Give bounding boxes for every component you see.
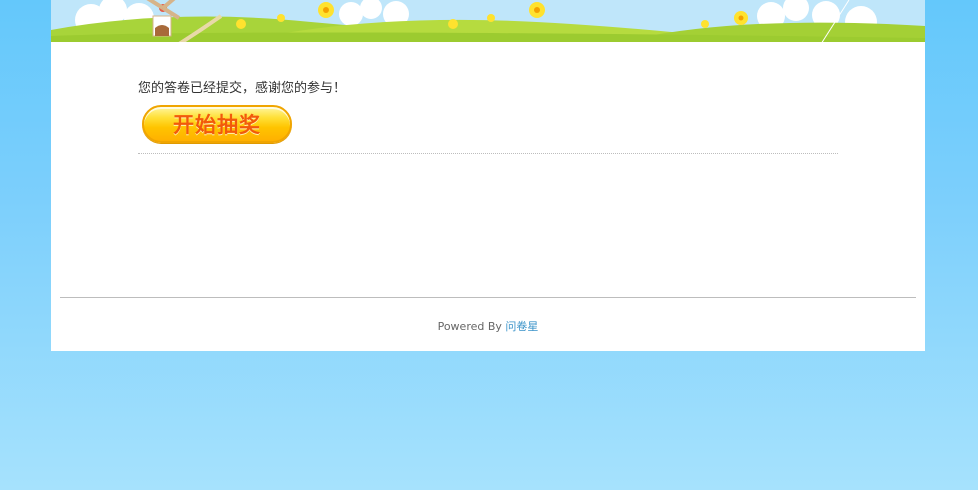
start-lottery-label: 开始抽奖: [173, 113, 261, 137]
submission-panel: 您的答卷已经提交，感谢您的参与！ 开始抽奖: [138, 80, 838, 154]
powered-by-text: Powered By: [437, 320, 502, 333]
meadow-illustration: [51, 0, 925, 44]
start-lottery-button[interactable]: 开始抽奖: [142, 105, 292, 143]
content-card: 您的答卷已经提交，感谢您的参与！ 开始抽奖 Powered By 问卷星: [51, 42, 925, 351]
thank-you-message: 您的答卷已经提交，感谢您的参与！: [138, 81, 347, 96]
footer: Powered By 问卷星: [51, 318, 925, 334]
footer-divider: [60, 297, 916, 298]
wenjuanxing-link[interactable]: 问卷星: [505, 320, 538, 333]
header-banner: [51, 0, 925, 44]
dotted-divider: [138, 153, 838, 154]
